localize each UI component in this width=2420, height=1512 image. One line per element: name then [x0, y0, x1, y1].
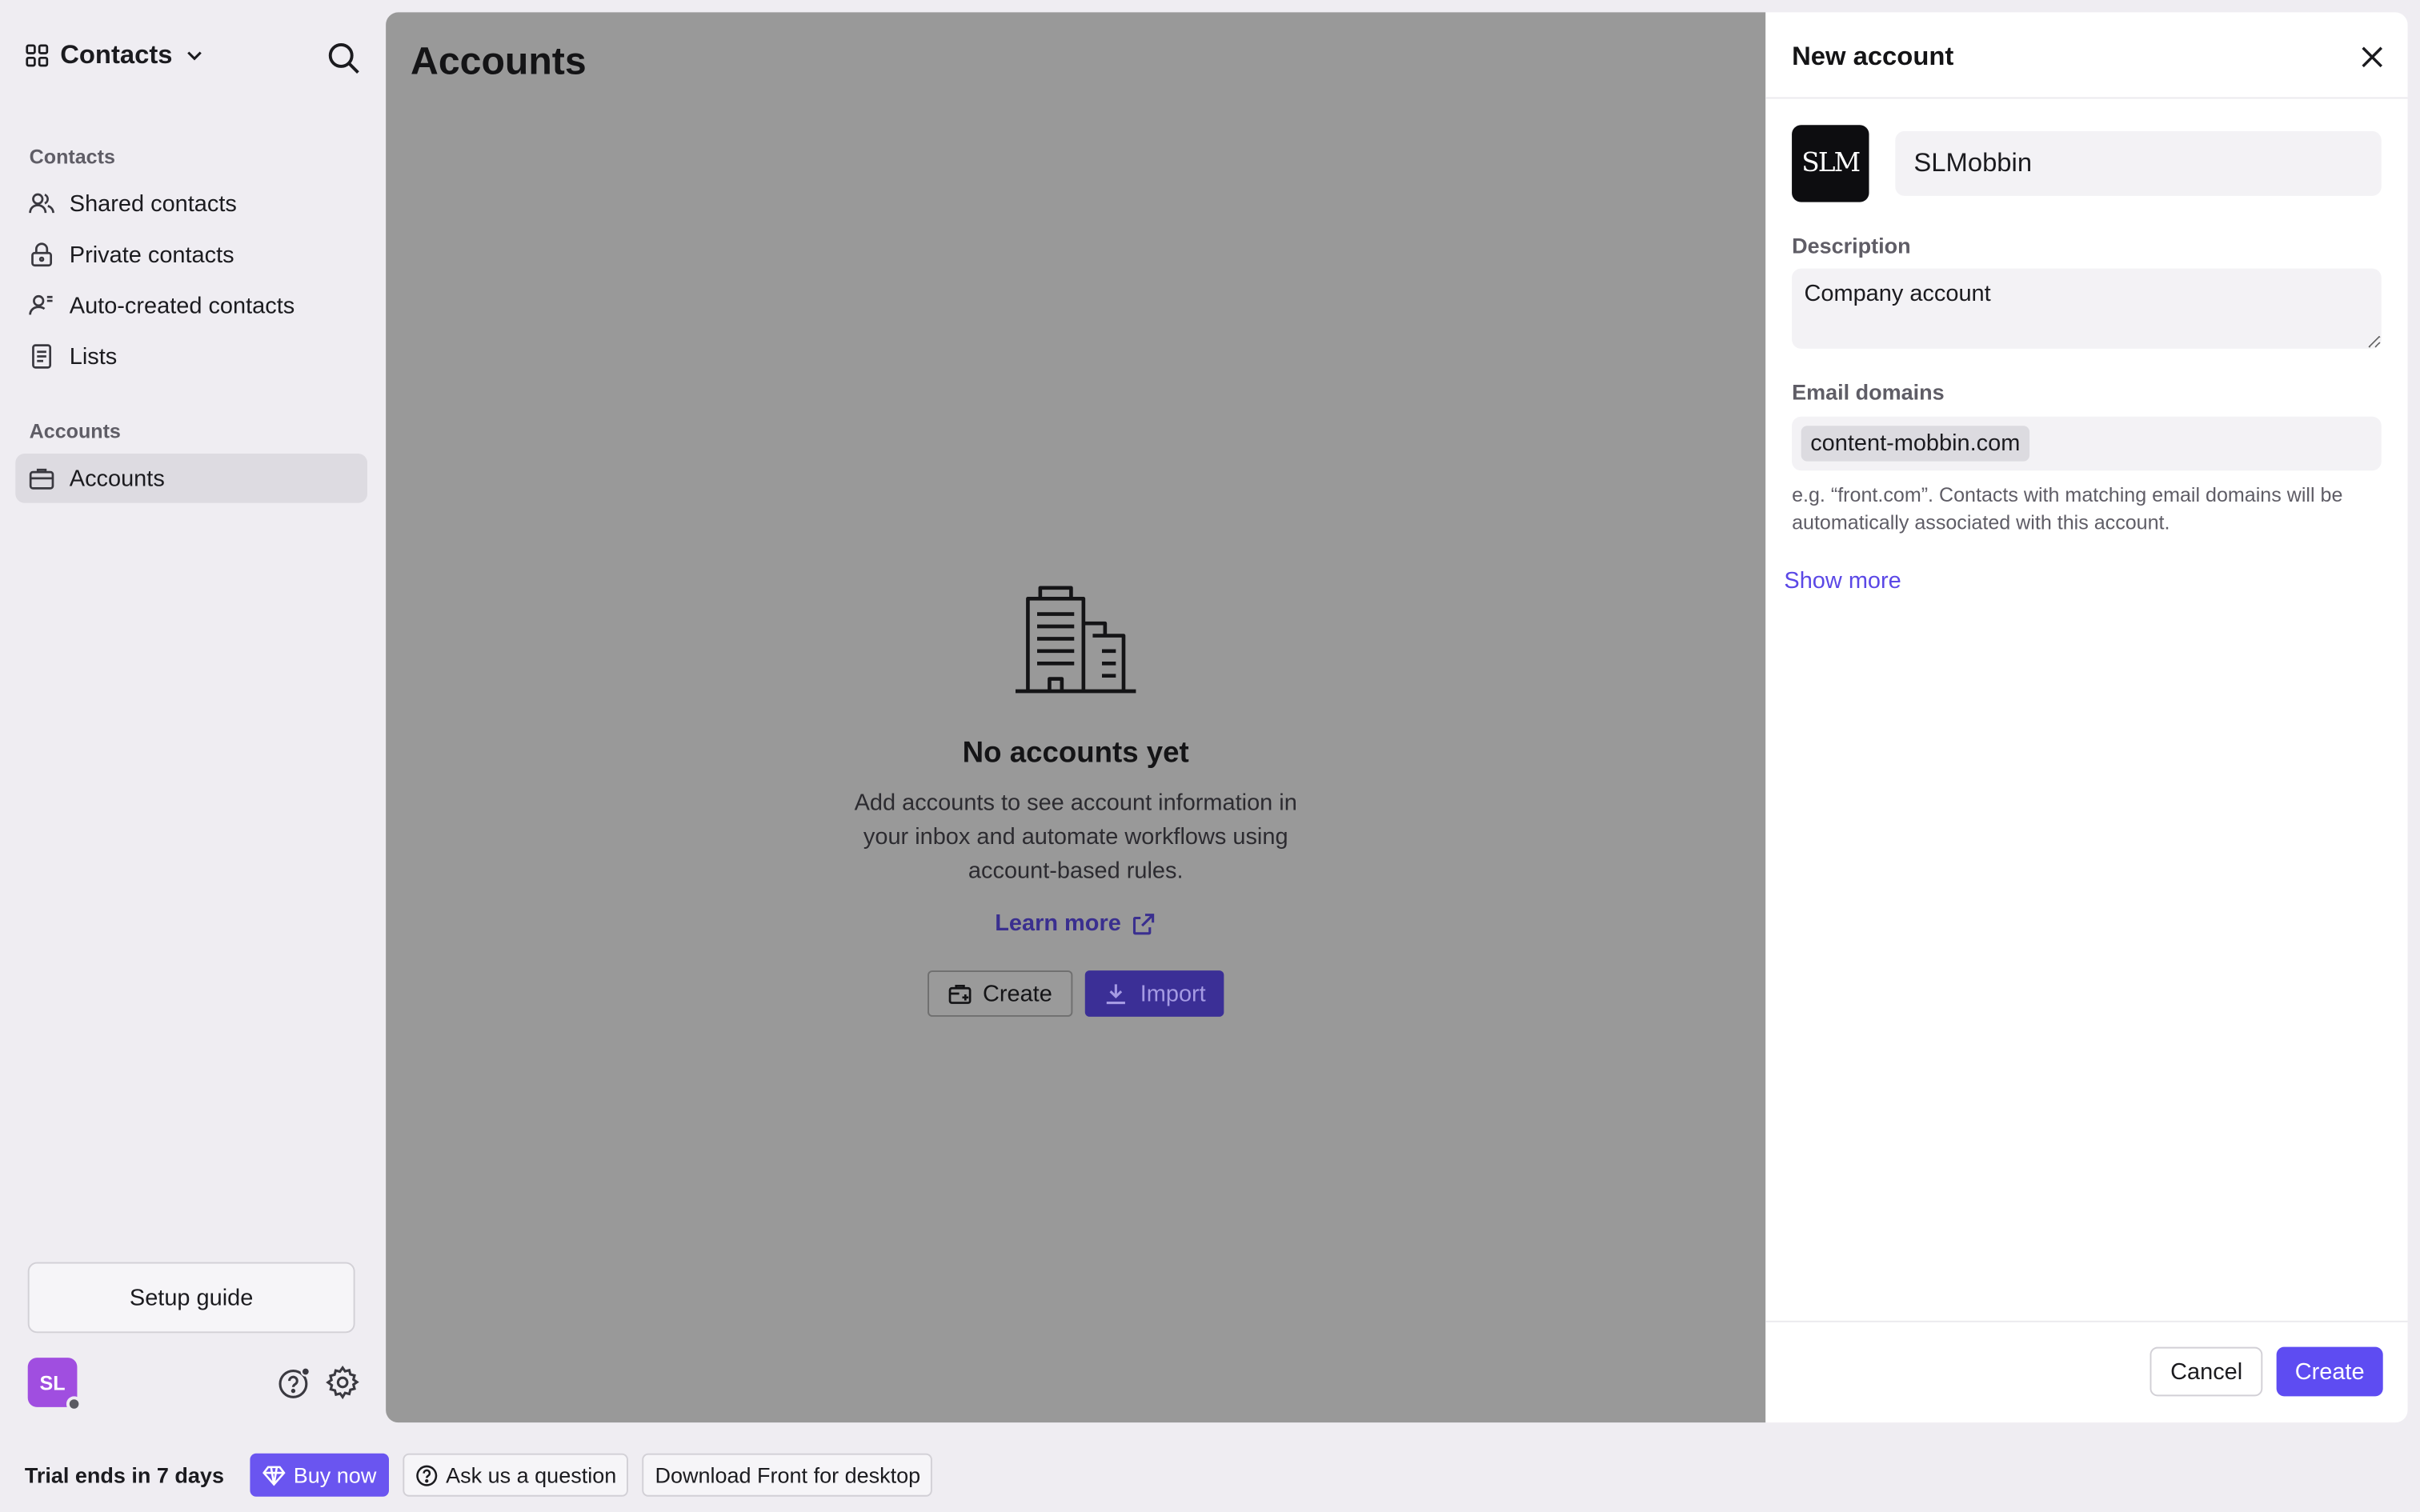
help-icon[interactable] — [276, 1364, 313, 1401]
close-icon[interactable] — [2357, 42, 2388, 73]
search-icon[interactable] — [326, 40, 363, 77]
sidebar-item-private-contacts[interactable]: Private contacts — [15, 230, 367, 279]
presence-dot — [66, 1396, 82, 1412]
empty-state: No accounts yet Add accounts to see acco… — [386, 583, 1765, 1017]
create-account-button[interactable]: Create — [927, 970, 1072, 1017]
drawer-title: New account — [1792, 42, 1954, 71]
domain-chip[interactable]: content-mobbin.com — [1801, 426, 2029, 462]
chevron-down-icon — [186, 51, 202, 61]
download-desktop-button[interactable]: Download Front for desktop — [643, 1453, 933, 1497]
email-domains-input[interactable]: content-mobbin.com — [1792, 416, 2382, 471]
sidebar-item-shared-contacts[interactable]: Shared contacts — [15, 179, 367, 229]
email-domains-label: Email domains — [1792, 379, 1945, 405]
sidebar-item-lists[interactable]: Lists — [15, 332, 367, 382]
learn-more-link[interactable]: Learn more — [995, 910, 1156, 937]
drawer-footer: Cancel Create — [1765, 1320, 2408, 1422]
new-account-drawer: New account SLM Description Company acco… — [1765, 12, 2408, 1423]
gear-icon[interactable] — [324, 1364, 361, 1401]
user-auto-icon — [29, 294, 53, 315]
description-field[interactable]: Company account — [1792, 268, 2382, 349]
briefcase-plus-icon — [948, 985, 971, 1004]
list-icon — [32, 344, 52, 369]
trial-notice: Trial ends in 7 days — [24, 1462, 224, 1488]
briefcase-icon — [29, 468, 54, 490]
section-label-accounts: Accounts — [29, 419, 121, 443]
create-account-label: Create — [982, 980, 1052, 1007]
email-domains-hint: e.g. “front.com”. Contacts with matching… — [1792, 482, 2343, 534]
external-link-icon — [1133, 913, 1155, 934]
show-more-link[interactable]: Show more — [1784, 568, 1901, 594]
description-label: Description — [1792, 233, 1911, 258]
sidebar: Contacts Contacts Shared contacts Privat… — [0, 0, 371, 1438]
buy-now-label: Buy now — [293, 1462, 377, 1488]
import-label: Import — [1140, 980, 1206, 1007]
drawer-header: New account — [1765, 12, 2408, 99]
sidebar-item-label: Lists — [69, 343, 118, 370]
ask-question-button[interactable]: Ask us a question — [403, 1453, 629, 1497]
question-icon — [415, 1464, 438, 1486]
sidebar-item-auto-created-contacts[interactable]: Auto-created contacts — [15, 281, 367, 330]
workspace-title: Contacts — [60, 40, 173, 70]
sidebar-item-accounts[interactable]: Accounts — [15, 453, 367, 503]
ask-question-label: Ask us a question — [446, 1462, 617, 1488]
empty-description: Add accounts to see account information … — [854, 790, 1297, 885]
sidebar-item-label: Private contacts — [69, 241, 234, 268]
download-icon — [1106, 984, 1125, 1005]
page-title: Accounts — [410, 40, 587, 84]
account-logo-text: SLM — [1801, 148, 1861, 179]
diamond-icon — [262, 1465, 286, 1486]
import-button[interactable]: Import — [1084, 970, 1224, 1017]
avatar-initials: SL — [39, 1370, 66, 1394]
section-label-contacts: Contacts — [29, 145, 115, 169]
create-button[interactable]: Create — [2276, 1346, 2383, 1397]
grid-icon — [26, 44, 49, 67]
cancel-button[interactable]: Cancel — [2150, 1346, 2263, 1397]
account-logo[interactable]: SLM — [1792, 125, 1869, 202]
main-panel: Accounts No accounts yet Add accounts to… — [386, 12, 1766, 1423]
sidebar-item-label: Accounts — [69, 465, 165, 492]
empty-actions: Create Import — [927, 970, 1224, 1017]
buy-now-button[interactable]: Buy now — [250, 1453, 389, 1497]
users-icon — [29, 193, 54, 214]
setup-guide-button[interactable]: Setup guide — [27, 1262, 355, 1334]
learn-more-label: Learn more — [995, 910, 1121, 937]
sidebar-item-label: Shared contacts — [69, 190, 237, 217]
empty-title: No accounts yet — [962, 737, 1189, 770]
lock-icon — [31, 242, 52, 267]
sidebar-item-label: Auto-created contacts — [69, 292, 295, 319]
building-icon — [1015, 586, 1136, 694]
bottom-bar: Trial ends in 7 days Buy now Ask us a qu… — [0, 1438, 2420, 1512]
avatar[interactable]: SL — [27, 1358, 82, 1412]
workspace-switcher[interactable]: Contacts — [25, 40, 205, 71]
account-name-input[interactable] — [1895, 130, 2382, 196]
